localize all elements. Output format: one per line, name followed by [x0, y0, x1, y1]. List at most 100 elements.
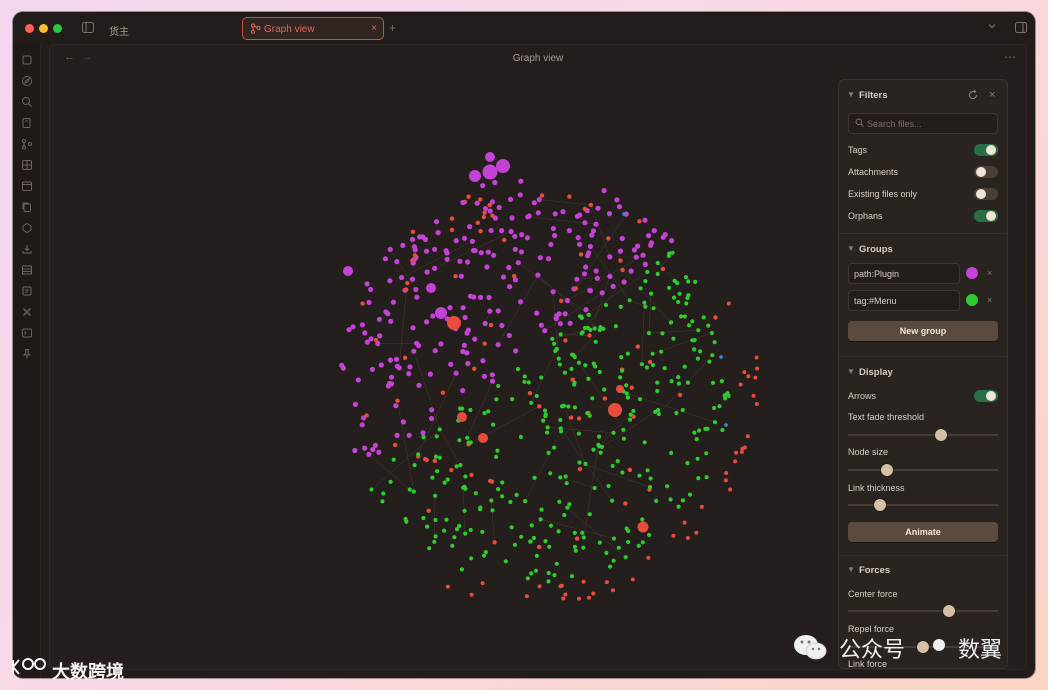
- graph-node[interactable]: [572, 544, 578, 549]
- graph-node[interactable]: [406, 371, 412, 377]
- graph-node[interactable]: [402, 355, 408, 360]
- graph-node[interactable]: [695, 456, 700, 461]
- graph-node[interactable]: [495, 448, 500, 453]
- graph-node[interactable]: [577, 314, 583, 319]
- graph-node[interactable]: [423, 248, 430, 254]
- graph-node[interactable]: [373, 337, 379, 343]
- graph-node[interactable]: [512, 277, 518, 283]
- graph-node[interactable]: [459, 567, 464, 572]
- graph-node[interactable]: [395, 398, 400, 403]
- graph-node[interactable]: [662, 366, 667, 371]
- graph-node[interactable]: [696, 328, 701, 333]
- graph-node[interactable]: [352, 447, 358, 454]
- sidebar-toggle-icon[interactable]: [82, 22, 94, 35]
- table-icon[interactable]: [21, 264, 33, 276]
- graph-node[interactable]: [514, 492, 519, 497]
- graph-node[interactable]: [677, 392, 683, 398]
- graph-node[interactable]: [453, 370, 459, 376]
- graph-node[interactable]: [550, 336, 555, 341]
- graph-node[interactable]: [738, 382, 743, 387]
- graph-node[interactable]: [527, 391, 533, 396]
- graph-node[interactable]: [457, 412, 467, 422]
- graph-node[interactable]: [539, 375, 544, 380]
- graph-node[interactable]: [548, 523, 554, 528]
- graph-node[interactable]: [518, 434, 523, 439]
- graph-node[interactable]: [581, 579, 586, 584]
- graph-node[interactable]: [433, 517, 438, 523]
- graph-node[interactable]: [640, 252, 646, 258]
- graph-node[interactable]: [573, 548, 578, 553]
- graph-node[interactable]: [604, 580, 609, 585]
- graph-node[interactable]: [560, 209, 566, 215]
- groups-header[interactable]: ▼ Groups: [839, 240, 1007, 260]
- graph-node[interactable]: [413, 340, 420, 346]
- graph-node[interactable]: [682, 314, 688, 319]
- animate-button[interactable]: Animate: [848, 522, 998, 542]
- graph-node[interactable]: [488, 478, 493, 484]
- graph-node[interactable]: [574, 276, 580, 282]
- graph-node[interactable]: [482, 320, 488, 327]
- graph-node[interactable]: [625, 395, 631, 400]
- graph-node[interactable]: [685, 536, 690, 540]
- graph-node[interactable]: [442, 480, 447, 485]
- graph-node[interactable]: [550, 289, 556, 295]
- graph-node[interactable]: [578, 252, 584, 257]
- graph-node[interactable]: [481, 214, 487, 220]
- graph-node[interactable]: [707, 359, 712, 364]
- graph-node[interactable]: [562, 311, 568, 317]
- graph-node[interactable]: [546, 570, 551, 576]
- attachments-toggle[interactable]: [974, 166, 998, 178]
- graph-node[interactable]: [619, 368, 625, 373]
- graph-node[interactable]: [469, 592, 474, 597]
- graph-node[interactable]: [460, 199, 466, 206]
- graph-node[interactable]: [368, 286, 374, 293]
- graph-node[interactable]: [717, 404, 722, 409]
- graph-node[interactable]: [391, 457, 396, 462]
- graph-node[interactable]: [412, 247, 418, 253]
- chevron-down-icon[interactable]: [987, 21, 997, 33]
- graph-node[interactable]: [412, 463, 417, 468]
- graph-node[interactable]: [713, 315, 718, 320]
- graph-node[interactable]: [366, 451, 372, 457]
- graph-node[interactable]: [654, 498, 659, 503]
- graph-node[interactable]: [572, 530, 577, 535]
- graph-node[interactable]: [535, 272, 541, 278]
- graph-node[interactable]: [339, 362, 345, 368]
- close-panel-icon[interactable]: ×: [989, 89, 995, 101]
- graph-node[interactable]: [647, 532, 652, 538]
- files-icon[interactable]: [21, 54, 33, 66]
- graph-node[interactable]: [502, 237, 507, 243]
- graph-node[interactable]: [611, 536, 617, 541]
- graph-node[interactable]: [583, 264, 589, 270]
- graph-node[interactable]: [517, 299, 524, 305]
- graph-node[interactable]: [457, 523, 462, 528]
- graph-node[interactable]: [481, 553, 487, 558]
- graph-node[interactable]: [538, 517, 543, 522]
- graph-node[interactable]: [537, 255, 543, 261]
- graph-node[interactable]: [438, 341, 444, 347]
- graph-node[interactable]: [563, 474, 568, 479]
- graph-node[interactable]: [577, 212, 583, 218]
- graph-node[interactable]: [712, 340, 717, 345]
- graph-node[interactable]: [745, 434, 750, 439]
- graph-node[interactable]: [538, 322, 544, 328]
- graph-node[interactable]: [638, 286, 643, 291]
- graph-node[interactable]: [557, 362, 562, 367]
- graph-node[interactable]: [482, 411, 487, 416]
- graph-node[interactable]: [364, 281, 370, 287]
- graph-node[interactable]: [468, 440, 473, 445]
- graph-node[interactable]: [454, 464, 459, 469]
- graph-node[interactable]: [628, 412, 633, 417]
- graph-node[interactable]: [494, 397, 499, 402]
- graph-node[interactable]: [755, 366, 760, 371]
- graph-node[interactable]: [637, 473, 642, 478]
- graph-node[interactable]: [695, 356, 701, 361]
- graph-node[interactable]: [377, 333, 383, 339]
- plugin-icon[interactable]: [21, 222, 33, 234]
- graph-node[interactable]: [429, 407, 435, 413]
- graph-node[interactable]: [489, 199, 495, 205]
- group-color-swatch[interactable]: [966, 294, 978, 306]
- graph-node[interactable]: [400, 419, 406, 425]
- graph-node[interactable]: [583, 307, 589, 313]
- graph-node[interactable]: [512, 542, 517, 547]
